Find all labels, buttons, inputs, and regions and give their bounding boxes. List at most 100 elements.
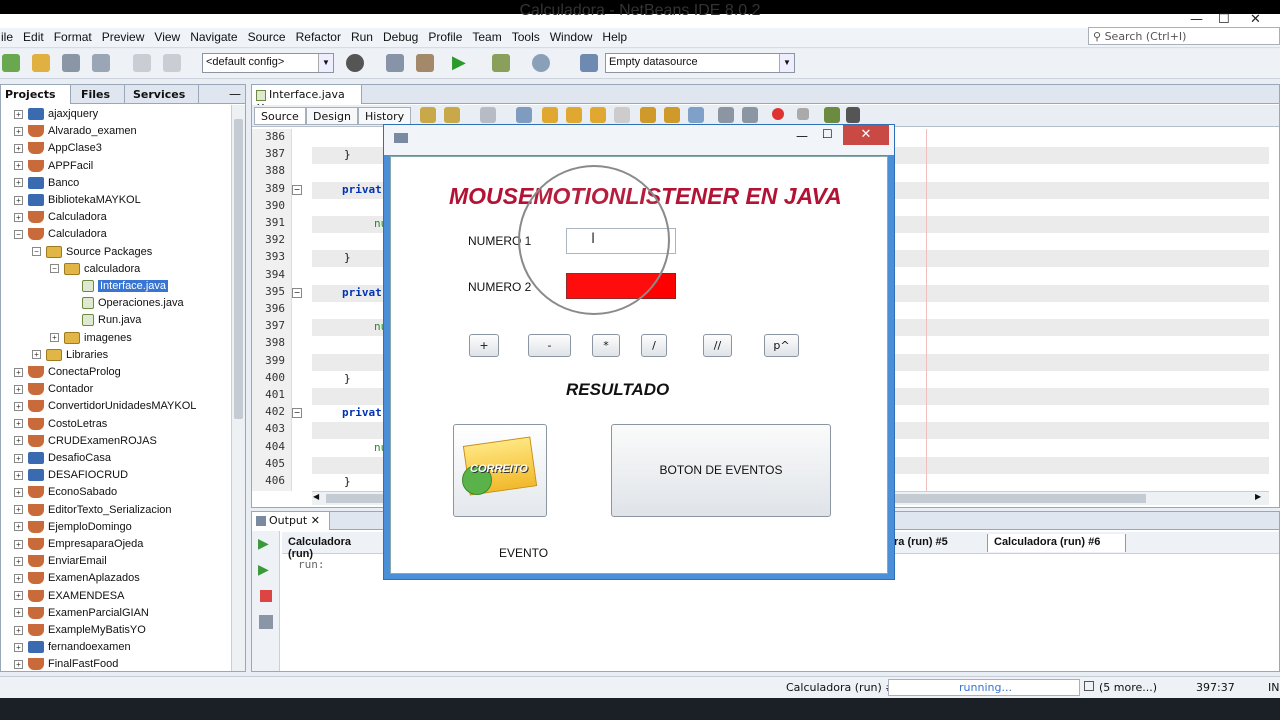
menu-item-ile[interactable]: ile: [0, 28, 18, 46]
build-hammer-icon[interactable]: [386, 54, 404, 72]
tab-history[interactable]: History: [358, 107, 412, 125]
collapse-icon[interactable]: −: [14, 229, 23, 239]
expand-icon[interactable]: +: [14, 143, 23, 153]
datasource-combo[interactable]: Empty datasource ▼: [605, 53, 795, 73]
expand-icon[interactable]: +: [14, 436, 23, 446]
stop-macro-icon[interactable]: [797, 108, 809, 120]
expand-icon[interactable]: +: [32, 350, 41, 360]
tree-item[interactable]: + Contador: [14, 381, 93, 398]
tree-item[interactable]: +Operaciones.java: [68, 295, 184, 312]
power-button[interactable]: p^: [764, 334, 799, 357]
fold-icon[interactable]: −: [292, 408, 302, 419]
expand-icon[interactable]: +: [14, 505, 23, 515]
tree-item[interactable]: + BibliotekaMAYKOL: [14, 192, 141, 209]
tree-scrollbar-thumb[interactable]: [234, 119, 243, 419]
expand-icon[interactable]: +: [14, 625, 23, 635]
maximize-icon[interactable]: ☐: [822, 127, 833, 141]
more-tasks[interactable]: (5 more...): [1099, 681, 1157, 694]
expand-icon[interactable]: +: [14, 195, 23, 205]
menu-item-format[interactable]: Format: [49, 28, 97, 46]
tree-item[interactable]: +Run.java: [68, 312, 141, 329]
expand-icon[interactable]: +: [14, 522, 23, 532]
rerun-options-icon[interactable]: ▶: [258, 562, 269, 578]
forward-icon[interactable]: [444, 107, 460, 123]
menu-item-edit[interactable]: Edit: [18, 28, 49, 46]
add-button[interactable]: +: [469, 334, 499, 357]
fold-icon[interactable]: −: [292, 184, 302, 195]
toggle-highlight-icon[interactable]: [590, 107, 606, 123]
tree-item[interactable]: + FinalFastFood: [14, 656, 118, 671]
correito-image-button[interactable]: CORREITO: [453, 424, 547, 517]
multiply-button[interactable]: *: [592, 334, 620, 357]
check-icon[interactable]: [824, 107, 840, 123]
tree-item[interactable]: + Alvarado_examen: [14, 123, 137, 140]
datasource-icon[interactable]: [580, 54, 598, 72]
menu-item-team[interactable]: Team: [467, 28, 506, 46]
expand-icon[interactable]: +: [14, 161, 23, 171]
status-task[interactable]: Calculadora (run) #6: [786, 681, 902, 694]
tab-projects[interactable]: Projects: [1, 85, 71, 104]
subtract-button[interactable]: -: [528, 334, 571, 357]
expand-icon[interactable]: +: [50, 333, 59, 343]
globe-icon[interactable]: [346, 54, 364, 72]
tree-item[interactable]: + ajaxjquery: [14, 106, 98, 123]
find-icon[interactable]: [516, 107, 532, 123]
menu-item-profile[interactable]: Profile: [423, 28, 467, 46]
menu-item-help[interactable]: Help: [597, 28, 632, 46]
expand-icon[interactable]: +: [14, 556, 23, 566]
settings-icon[interactable]: [259, 615, 273, 629]
minimize-panel-icon[interactable]: —: [229, 87, 241, 101]
tree-item[interactable]: + AppClase3: [14, 140, 102, 157]
expand-icon[interactable]: +: [14, 212, 23, 222]
find-next-icon[interactable]: [566, 107, 582, 123]
selection-icon[interactable]: [614, 107, 630, 123]
divide-button[interactable]: /: [641, 334, 667, 357]
expand-icon[interactable]: +: [14, 591, 23, 601]
save-all-icon[interactable]: [92, 54, 110, 72]
tree-item[interactable]: + Libraries: [32, 347, 108, 364]
menu-item-source[interactable]: Source: [243, 28, 291, 46]
tab-interface-java[interactable]: Interface.java ✕: [252, 85, 362, 114]
tree-item[interactable]: + ExamenAplazados: [14, 570, 140, 587]
menu-item-refactor[interactable]: Refactor: [291, 28, 346, 46]
expand-icon[interactable]: +: [14, 419, 23, 429]
tab-files[interactable]: Files: [77, 85, 125, 104]
expand-icon[interactable]: +: [14, 659, 23, 669]
tree-item[interactable]: + Banco: [14, 175, 79, 192]
integer-divide-button[interactable]: //: [703, 334, 732, 357]
expand-icon[interactable]: +: [14, 453, 23, 463]
rerun-icon[interactable]: ▶: [258, 536, 269, 552]
expand-icon[interactable]: +: [14, 178, 23, 188]
tree-item[interactable]: + ConectaProlog: [14, 364, 121, 381]
find-prev-icon[interactable]: [542, 107, 558, 123]
prev-bookmark-icon[interactable]: [640, 107, 656, 123]
next-bookmark-icon[interactable]: [664, 107, 680, 123]
menu-item-preview[interactable]: Preview: [97, 28, 150, 46]
tree-item[interactable]: + EmpresaparaOjeda: [14, 536, 143, 553]
expand-icon[interactable]: +: [14, 608, 23, 618]
collapse-icon[interactable]: −: [50, 264, 59, 274]
tree-item[interactable]: + CRUDExamenROJAS: [14, 433, 157, 450]
back-icon[interactable]: [420, 107, 436, 123]
tree-item[interactable]: + DESAFIOCRUD: [14, 467, 128, 484]
minimize-icon[interactable]: —: [796, 129, 808, 143]
menu-item-tools[interactable]: Tools: [507, 28, 545, 46]
tasks-icon[interactable]: [1084, 681, 1094, 691]
expand-icon[interactable]: +: [14, 539, 23, 549]
expand-icon[interactable]: +: [14, 384, 23, 394]
run-tab-first[interactable]: Calculadora (run): [282, 534, 386, 560]
expand-icon[interactable]: +: [14, 573, 23, 583]
tree-item[interactable]: + APPFacil: [14, 158, 93, 175]
profile-icon[interactable]: [532, 54, 550, 72]
tree-item[interactable]: + imagenes: [50, 330, 132, 347]
expand-icon[interactable]: +: [14, 401, 23, 411]
history-icon[interactable]: [480, 107, 496, 123]
fold-icon[interactable]: −: [292, 287, 302, 298]
tree-item[interactable]: + EjemploDomingo: [14, 519, 132, 536]
collapse-icon[interactable]: −: [32, 247, 41, 257]
tab-output[interactable]: Output ✕: [252, 512, 330, 530]
event-button[interactable]: BOTON DE EVENTOS: [611, 424, 831, 517]
shift-left-icon[interactable]: [718, 107, 734, 123]
run-icon[interactable]: ▶: [452, 54, 470, 72]
tree-item[interactable]: + fernandoexamen: [14, 639, 131, 656]
